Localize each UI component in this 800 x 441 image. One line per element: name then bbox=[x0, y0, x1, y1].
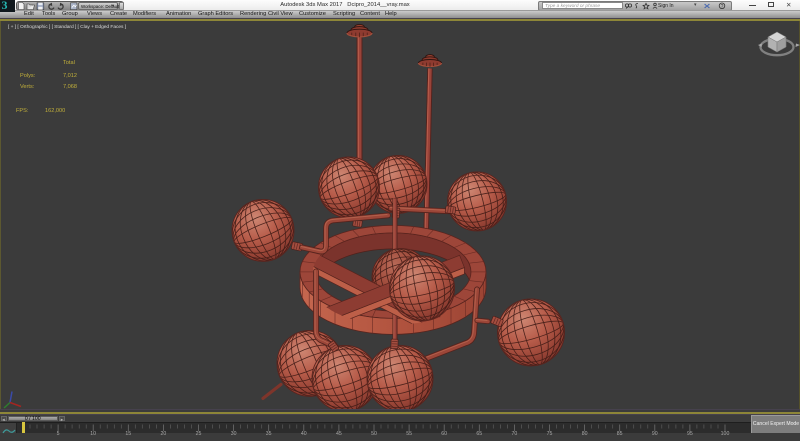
svg-text:35: 35 bbox=[266, 431, 272, 436]
svg-text:5: 5 bbox=[57, 431, 60, 436]
svg-text:?: ? bbox=[721, 3, 724, 9]
svg-text:30: 30 bbox=[231, 431, 237, 436]
svg-text:45: 45 bbox=[336, 431, 342, 436]
svg-text:75: 75 bbox=[547, 431, 553, 436]
svg-text:85: 85 bbox=[617, 431, 623, 436]
svg-text:100: 100 bbox=[721, 431, 730, 436]
svg-text:50: 50 bbox=[371, 431, 377, 436]
svg-text:40: 40 bbox=[301, 431, 307, 436]
svg-text:55: 55 bbox=[406, 431, 412, 436]
svg-text:60: 60 bbox=[441, 431, 447, 436]
svg-text:80: 80 bbox=[582, 431, 588, 436]
svg-text:25: 25 bbox=[196, 431, 202, 436]
svg-text:90: 90 bbox=[652, 431, 658, 436]
svg-text:20: 20 bbox=[161, 431, 167, 436]
svg-text:95: 95 bbox=[687, 431, 693, 436]
svg-text:65: 65 bbox=[476, 431, 482, 436]
svg-text:15: 15 bbox=[125, 431, 131, 436]
svg-text:10: 10 bbox=[90, 431, 96, 436]
svg-text:70: 70 bbox=[512, 431, 518, 436]
